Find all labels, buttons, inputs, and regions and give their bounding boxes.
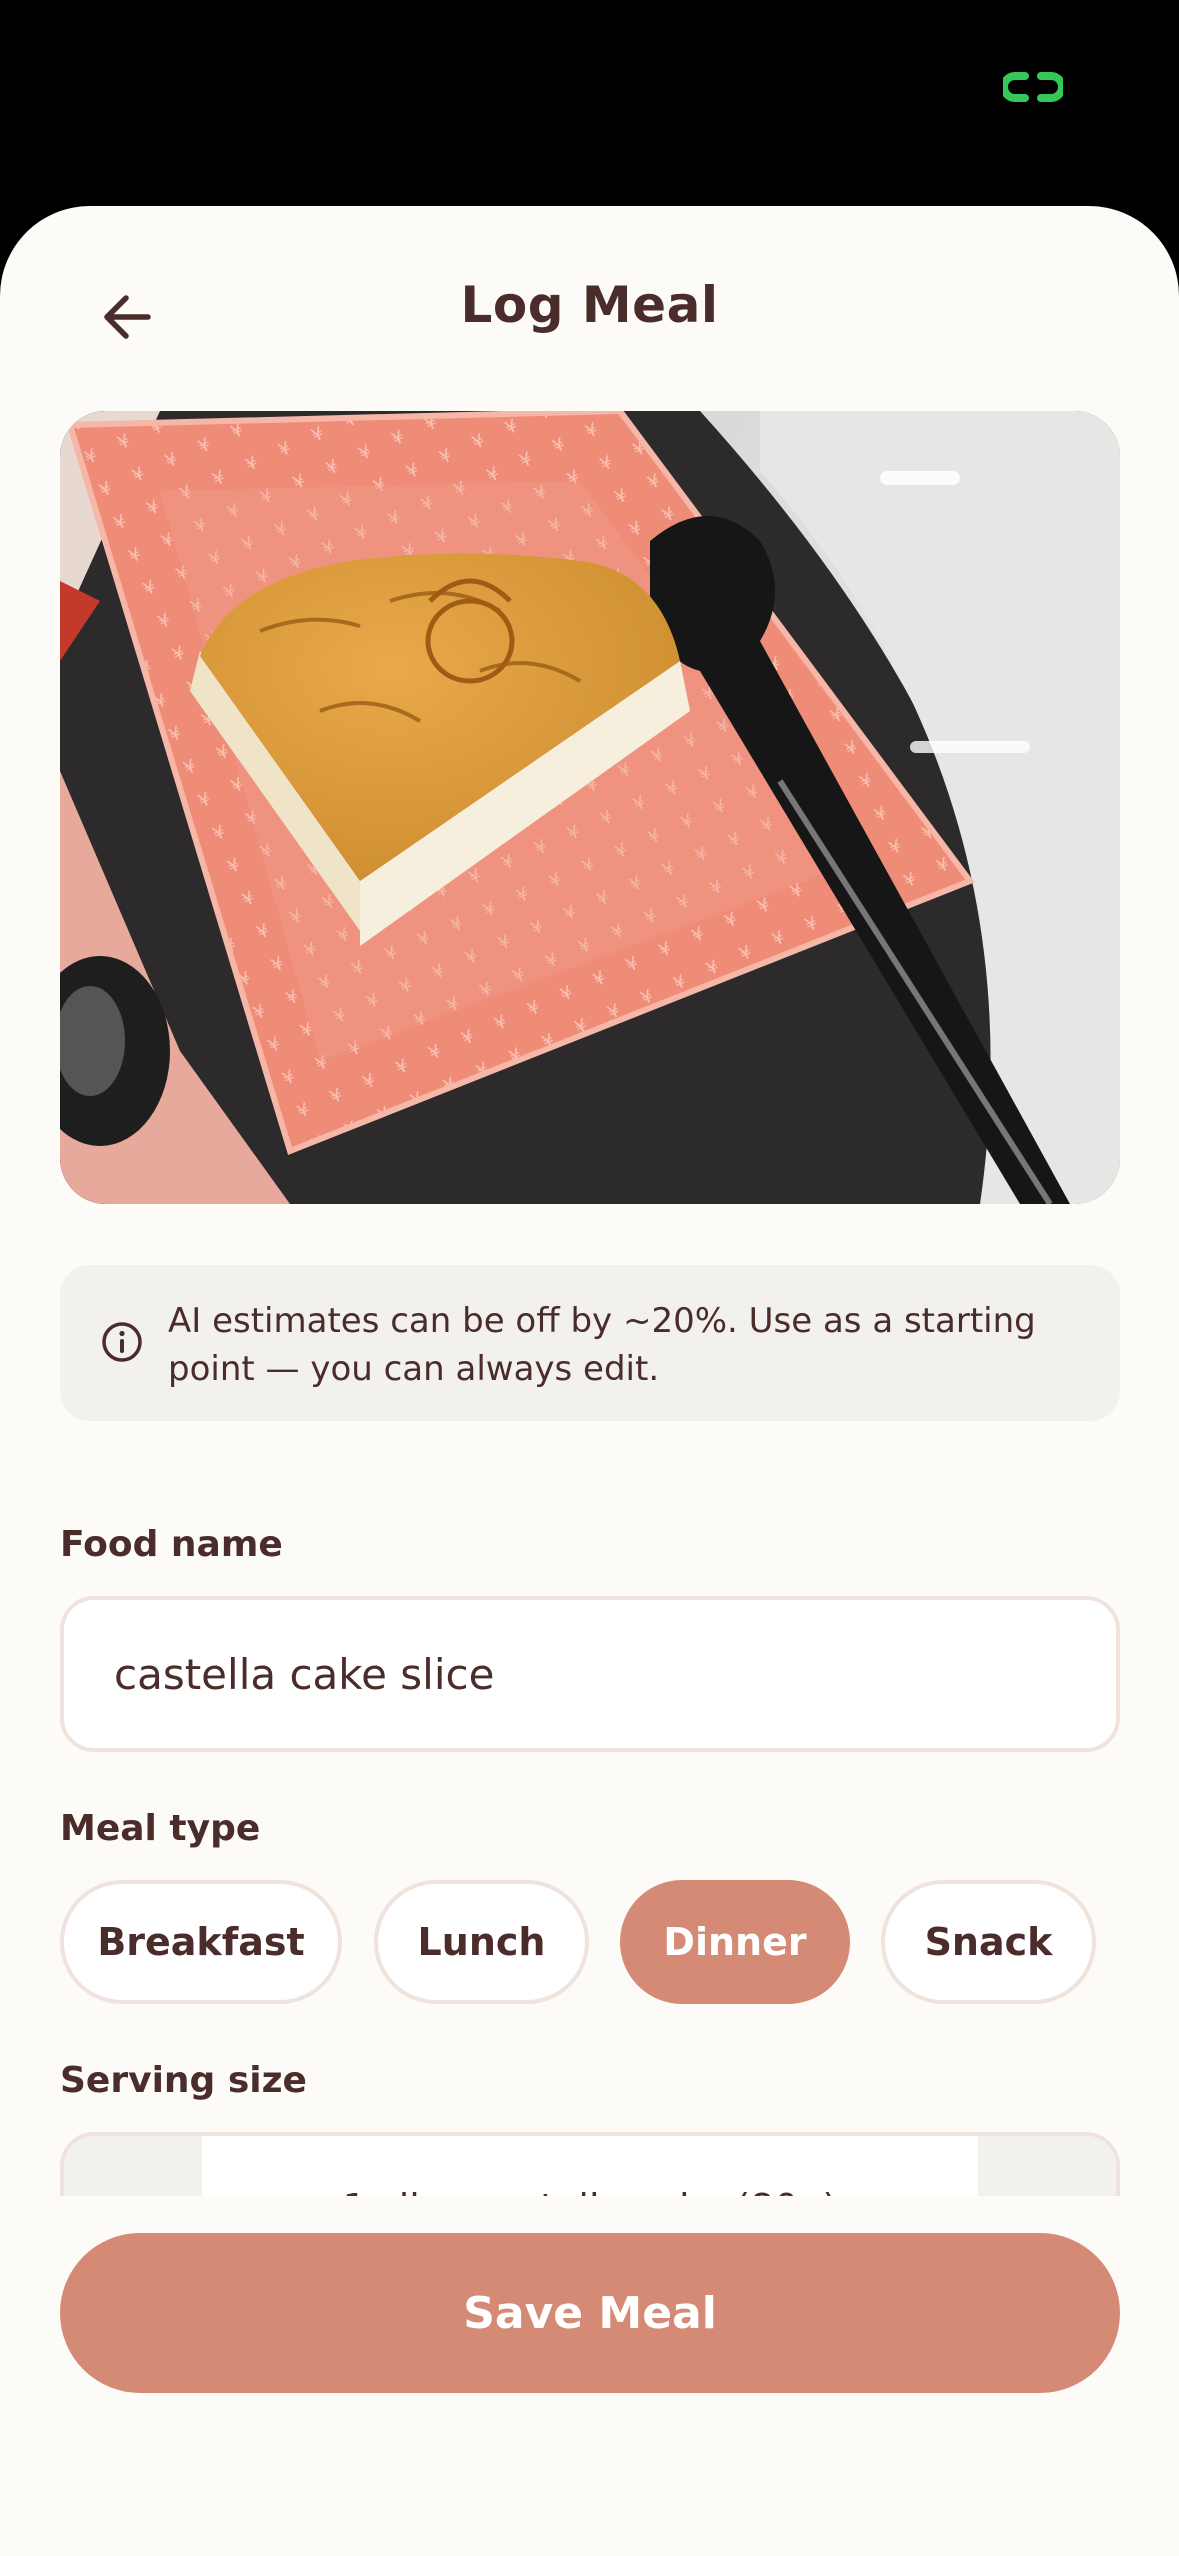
- status-bar: [0, 0, 1179, 206]
- info-icon: [102, 1322, 142, 1362]
- food-name-input[interactable]: [60, 1596, 1120, 1752]
- cake-illustration: ¥: [60, 411, 1120, 1204]
- serving-size-label: Serving size: [60, 2060, 307, 2101]
- meal-type-label: Meal type: [60, 1808, 261, 1849]
- meal-type-breakfast[interactable]: Breakfast: [60, 1880, 342, 2004]
- save-meal-button[interactable]: Save Meal: [60, 2233, 1120, 2393]
- header: Log Meal: [0, 206, 1179, 406]
- link-icon: [1003, 72, 1063, 102]
- meal-type-lunch[interactable]: Lunch: [374, 1880, 589, 2004]
- meal-type-snack[interactable]: Snack: [881, 1880, 1096, 2004]
- meal-type-dinner[interactable]: Dinner: [620, 1880, 850, 2004]
- food-name-label: Food name: [60, 1524, 283, 1565]
- notice-text: AI estimates can be off by ~20%. Use as …: [168, 1301, 1036, 1389]
- meal-photo: ¥: [60, 411, 1120, 1204]
- ai-estimate-notice: AI estimates can be off by ~20%. Use as …: [60, 1265, 1120, 1421]
- page-title: Log Meal: [460, 276, 719, 334]
- log-meal-sheet: Log Meal ¥: [0, 206, 1179, 2556]
